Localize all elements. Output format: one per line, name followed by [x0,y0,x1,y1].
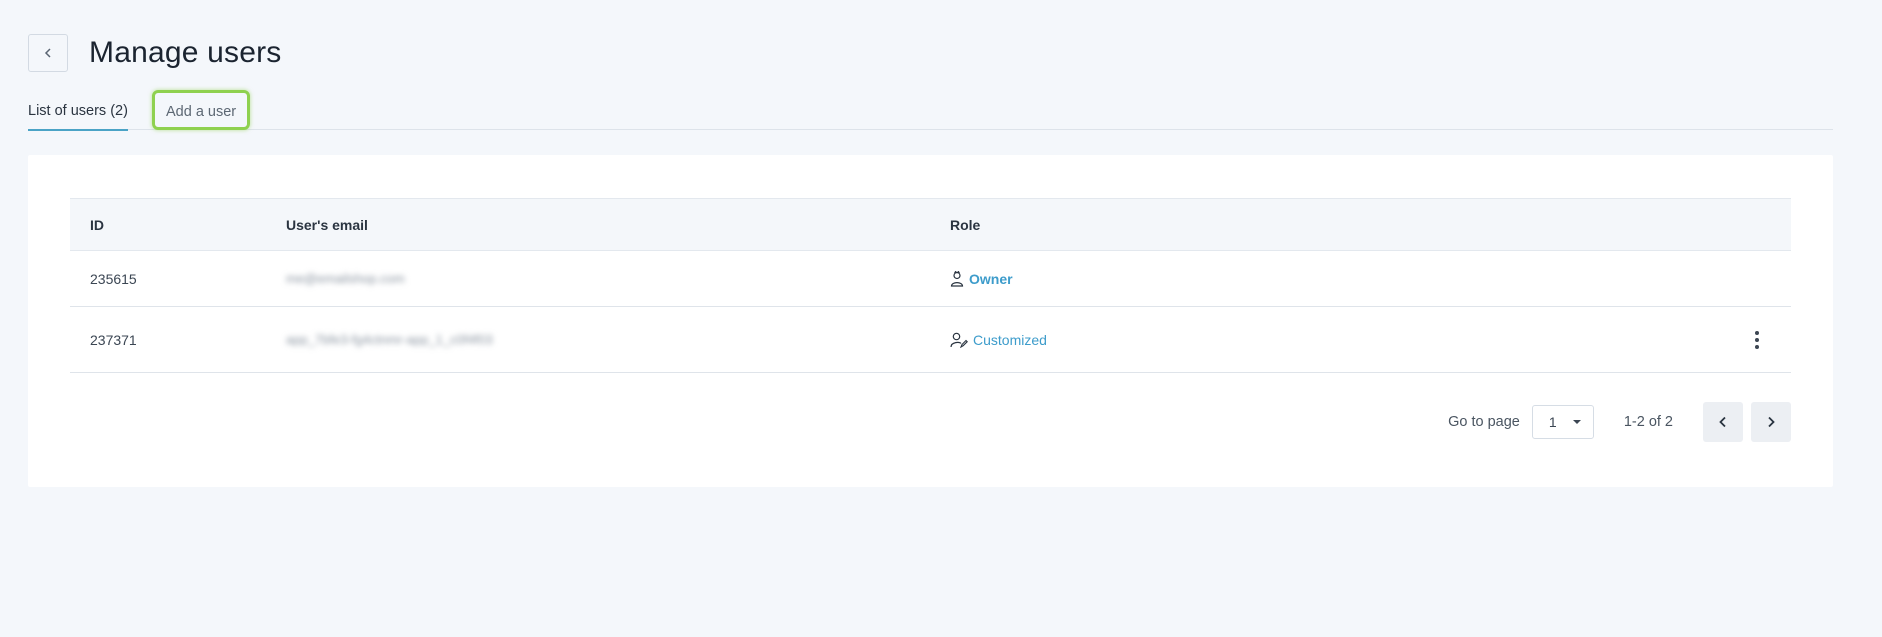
page-select[interactable]: 1 [1531,405,1594,439]
chevron-left-icon [1719,416,1726,428]
user-email-cell: me@emailshop.com [286,251,405,306]
table-row: 237371 app_7bfe3-fg4ctnmr-app_1_c0f4f03 … [70,307,1791,373]
users-card: ID User's email Role 235615 me@emailshop… [28,155,1833,487]
user-id: 237371 [90,331,137,348]
next-page-button[interactable] [1751,402,1791,442]
user-email: app_7bfe3-fg4ctnmr-app_1_c0f4f03 [286,332,493,347]
role-customized-link[interactable]: Customized [973,332,1047,348]
go-to-page-label: Go to page [1448,414,1520,430]
user-role-cell: Customized [950,307,1047,372]
users-table: ID User's email Role 235615 me@emailshop… [70,198,1791,373]
user-id: 235615 [90,270,137,287]
page-range: 1-2 of 2 [1623,414,1673,430]
table-row: 235615 me@emailshop.com Owner [70,251,1791,307]
page-select-value: 1 [1548,414,1557,430]
role-owner-link[interactable]: Owner [969,271,1013,287]
column-header-role: Role [950,217,981,233]
tab-add-a-user[interactable]: Add a user [152,90,251,130]
caret-down-icon [1572,420,1581,424]
chevron-left-icon [44,48,51,58]
table-header: ID User's email Role [70,199,1791,251]
more-options-icon[interactable] [1747,326,1767,354]
page-title: Manage users [89,36,282,69]
chevron-right-icon [1768,416,1775,428]
user-email-cell: app_7bfe3-fg4ctnmr-app_1_c0f4f03 [286,307,493,372]
user-role-cell: Owner [950,251,1013,306]
column-header-id: ID [90,217,104,233]
tab-bar: List of users (2) Add a user [28,90,1833,131]
previous-page-button[interactable] [1703,402,1743,442]
tab-list-of-users[interactable]: List of users (2) [28,92,128,131]
pagination: Go to page 1 1-2 of 2 [1448,402,1791,442]
owner-icon [950,270,964,287]
back-button[interactable] [28,34,68,72]
user-email: me@emailshop.com [286,271,405,286]
column-header-email: User's email [286,217,368,233]
user-edit-icon [950,332,968,348]
